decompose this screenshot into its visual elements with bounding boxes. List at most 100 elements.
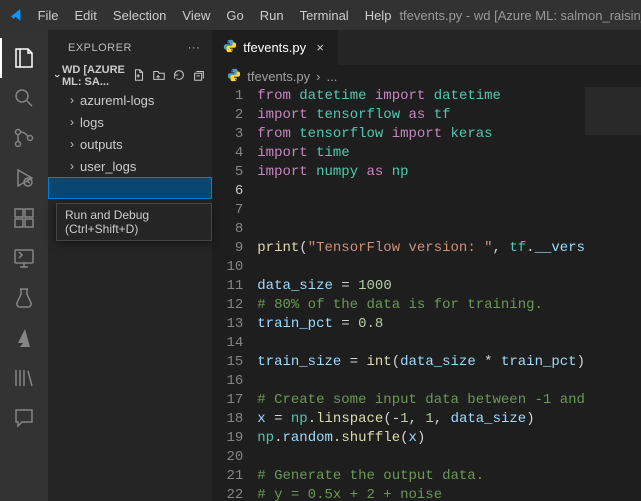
code-line: # 80% of the data is for training. (257, 296, 585, 315)
code-editor[interactable]: 12345678910111213141516171819202122 from… (213, 87, 641, 501)
line-number: 12 (213, 296, 243, 315)
menu-item-view[interactable]: View (174, 0, 218, 30)
menu-item-run[interactable]: Run (252, 0, 292, 30)
code-line: print("TensorFlow version: ", tf.__vers (257, 239, 585, 258)
chevron-down-icon: › (51, 71, 63, 81)
sidebar-section-header[interactable]: › WD [AZURE ML: SA... (48, 65, 212, 87)
code-line (257, 201, 585, 220)
collapse-all-icon[interactable] (192, 68, 206, 85)
line-number: 19 (213, 429, 243, 448)
sidebar-header: EXPLORER ··· (48, 30, 212, 65)
code-line: train_size = int(data_size * train_pct) (257, 353, 585, 372)
line-number: 21 (213, 467, 243, 486)
code-line: import numpy as np (257, 163, 585, 182)
line-number: 4 (213, 144, 243, 163)
python-file-icon (227, 68, 241, 85)
refresh-icon[interactable] (172, 68, 186, 85)
editor-tabs: tfevents.py × (213, 30, 641, 65)
tab-filename: tfevents.py (243, 40, 306, 55)
breadcrumb-more: ... (326, 69, 337, 84)
line-number: 20 (213, 448, 243, 467)
tree-item-label: logs (80, 115, 104, 130)
code-line: import time (257, 144, 585, 163)
activity-bar (0, 30, 48, 501)
line-number: 16 (213, 372, 243, 391)
code-line: np.random.shuffle(x) (257, 429, 585, 448)
line-number: 11 (213, 277, 243, 296)
line-number: 15 (213, 353, 243, 372)
explorer-icon[interactable] (0, 38, 48, 78)
sidebar-header-label: EXPLORER (68, 42, 132, 54)
line-number: 8 (213, 220, 243, 239)
minimap-viewport[interactable] (585, 87, 641, 135)
menu-item-file[interactable]: File (30, 0, 67, 30)
new-file-icon[interactable] (132, 68, 146, 85)
tree-item-label: user_logs (80, 159, 136, 174)
code-line: x = np.linspace(-1, 1, data_size) (257, 410, 585, 429)
code-line (257, 334, 585, 353)
new-folder-icon[interactable] (152, 68, 166, 85)
run-debug-icon[interactable] (0, 158, 48, 198)
extensions-icon[interactable] (0, 198, 48, 238)
menu-item-terminal[interactable]: Terminal (292, 0, 357, 30)
file-tree: ›azureml-logs›logs›outputs›user_logsRun … (48, 87, 212, 199)
sidebar-section-label: WD [AZURE ML: SA... (62, 64, 132, 88)
line-number: 22 (213, 486, 243, 501)
line-number: 7 (213, 201, 243, 220)
code-line (257, 448, 585, 467)
tooltip-run-and-debug: Run and Debug (Ctrl+Shift+D) (56, 203, 212, 241)
line-number: 14 (213, 334, 243, 353)
search-icon[interactable] (0, 78, 48, 118)
line-number: 3 (213, 125, 243, 144)
tree-item[interactable]: ›logs (48, 111, 212, 133)
vscode-logo-icon (4, 7, 30, 23)
code-line: from tensorflow import keras (257, 125, 585, 144)
minimap[interactable] (585, 87, 641, 501)
tree-item[interactable]: ›azureml-logs (48, 89, 212, 111)
library-icon[interactable] (0, 358, 48, 398)
testing-icon[interactable] (0, 278, 48, 318)
code-line (257, 220, 585, 239)
editor-tab[interactable]: tfevents.py × (213, 30, 339, 65)
azure-icon[interactable] (0, 318, 48, 358)
tree-item[interactable]: ›user_logs (48, 155, 212, 177)
window-title: tfevents.py - wd [Azure ML: salmon_raisi… (399, 8, 641, 23)
sidebar: EXPLORER ··· › WD [AZURE ML: SA... ›azur… (48, 30, 213, 501)
editor-area: tfevents.py × tfevents.py › ... 12345678… (213, 30, 641, 501)
code-line (257, 258, 585, 277)
code-line: from datetime import datetime (257, 87, 585, 106)
chevron-right-icon: › (64, 115, 80, 129)
breadcrumb[interactable]: tfevents.py › ... (213, 65, 641, 87)
menubar: FileEditSelectionViewGoRunTerminalHelp t… (0, 0, 641, 30)
code-line: # Generate the output data. (257, 467, 585, 486)
tree-item[interactable]: ›outputs (48, 133, 212, 155)
sidebar-more-icon[interactable]: ··· (188, 42, 201, 54)
breadcrumb-sep: › (316, 69, 320, 84)
python-file-icon (223, 39, 237, 56)
chevron-right-icon: › (64, 93, 80, 107)
line-number: 13 (213, 315, 243, 334)
tree-item-label: outputs (80, 137, 123, 152)
menu-item-edit[interactable]: Edit (67, 0, 105, 30)
menu-item-selection[interactable]: Selection (105, 0, 174, 30)
source-control-icon[interactable] (0, 118, 48, 158)
line-number: 9 (213, 239, 243, 258)
line-number: 1 (213, 87, 243, 106)
line-number: 5 (213, 163, 243, 182)
line-number: 17 (213, 391, 243, 410)
code-line (257, 182, 585, 201)
code-line: data_size = 1000 (257, 277, 585, 296)
menu-item-go[interactable]: Go (218, 0, 251, 30)
chevron-right-icon: › (64, 159, 80, 173)
line-number: 2 (213, 106, 243, 125)
tree-item[interactable] (48, 177, 212, 199)
chevron-right-icon: › (64, 137, 80, 151)
close-tab-icon[interactable]: × (312, 40, 328, 55)
feedback-icon[interactable] (0, 398, 48, 438)
code-line: train_pct = 0.8 (257, 315, 585, 334)
breadcrumb-file: tfevents.py (247, 69, 310, 84)
code-line: # y = 0.5x + 2 + noise (257, 486, 585, 501)
remote-explorer-icon[interactable] (0, 238, 48, 278)
menu-item-help[interactable]: Help (357, 0, 400, 30)
code-line (257, 372, 585, 391)
